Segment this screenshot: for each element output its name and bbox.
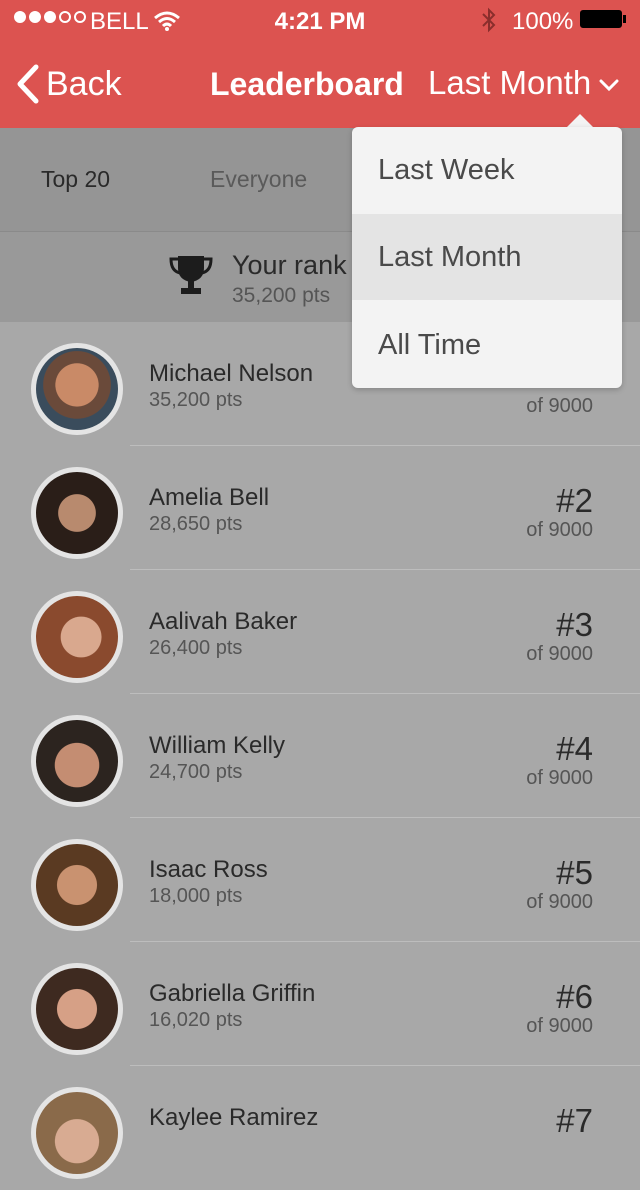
player-name: Aalivah Baker bbox=[149, 608, 298, 635]
period-selector[interactable]: Last Month bbox=[428, 64, 619, 102]
player-name: William Kelly bbox=[149, 732, 286, 759]
player-rank-total: of 9000 bbox=[526, 1015, 593, 1037]
tab-top-20[interactable]: Top 20 bbox=[41, 166, 110, 193]
chevron-down-icon bbox=[599, 79, 619, 92]
back-label: Back bbox=[46, 64, 122, 103]
trophy-icon bbox=[169, 256, 213, 294]
your-rank-points: 35,200 pts bbox=[232, 284, 331, 307]
list-item[interactable]: William Kelly 24,700 pts #4 of 9000 bbox=[0, 694, 640, 818]
player-rank: #3 bbox=[556, 606, 593, 643]
player-name: Michael Nelson bbox=[149, 360, 314, 387]
player-rank: #4 bbox=[556, 730, 593, 767]
player-rank: #6 bbox=[556, 978, 593, 1015]
list-item[interactable]: Aalivah Baker 26,400 pts #3 of 9000 bbox=[0, 570, 640, 694]
period-label: Last Month bbox=[428, 64, 592, 101]
battery-icon bbox=[580, 10, 622, 28]
bluetooth-icon bbox=[480, 7, 498, 40]
player-rank-total: of 9000 bbox=[526, 767, 593, 789]
player-rank-total: of 9000 bbox=[526, 395, 593, 417]
list-item[interactable]: Amelia Bell 28,650 pts #2 of 9000 bbox=[0, 446, 640, 570]
player-rank: #7 bbox=[556, 1102, 593, 1139]
battery-tip-icon bbox=[623, 15, 626, 23]
page-title: Leaderboard bbox=[210, 66, 404, 102]
your-rank-label: Your rank bbox=[232, 250, 347, 280]
player-points: 35,200 pts bbox=[149, 389, 243, 411]
avatar bbox=[31, 839, 123, 931]
player-points: 28,650 pts bbox=[149, 513, 243, 535]
period-dropdown-menu: Last Week Last Month All Time bbox=[352, 127, 622, 388]
player-name: Gabriella Griffin bbox=[149, 980, 316, 1007]
player-points: 26,400 pts bbox=[149, 637, 243, 659]
player-rank-total: of 9000 bbox=[526, 891, 593, 913]
menu-item-last-week[interactable]: Last Week bbox=[352, 127, 622, 213]
avatar bbox=[31, 963, 123, 1055]
avatar bbox=[31, 715, 123, 807]
player-name: Isaac Ross bbox=[149, 856, 268, 883]
list-item[interactable]: Isaac Ross 18,000 pts #5 of 9000 bbox=[0, 818, 640, 942]
player-points: 18,000 pts bbox=[149, 885, 243, 907]
leaderboard-list: Michael Nelson 35,200 pts #1 of 9000 Ame… bbox=[0, 322, 640, 1190]
player-name: Amelia Bell bbox=[149, 484, 270, 511]
player-rank-total: of 9000 bbox=[526, 519, 593, 541]
player-points: 24,700 pts bbox=[149, 761, 243, 783]
player-name: Kaylee Ramirez bbox=[149, 1104, 319, 1131]
dropdown-pointer bbox=[566, 114, 594, 128]
tab-everyone[interactable]: Everyone bbox=[210, 166, 307, 193]
avatar bbox=[31, 1087, 123, 1179]
menu-item-last-month[interactable]: Last Month bbox=[352, 214, 622, 300]
status-bar: BELL 4:21 PM 100% bbox=[0, 0, 640, 40]
player-rank-total: of 9000 bbox=[526, 643, 593, 665]
navigation-bar: Back Leaderboard Last Month bbox=[0, 40, 640, 128]
list-item[interactable]: Gabriella Griffin 16,020 pts #6 of 9000 bbox=[0, 942, 640, 1066]
back-button[interactable]: Back bbox=[16, 64, 122, 104]
avatar bbox=[31, 467, 123, 559]
avatar bbox=[31, 591, 123, 683]
player-rank: #2 bbox=[556, 482, 593, 519]
battery-percentage: 100% bbox=[512, 8, 574, 35]
player-rank: #5 bbox=[556, 854, 593, 891]
player-points: 16,020 pts bbox=[149, 1009, 243, 1031]
header-bar: BELL 4:21 PM 100% Back Leaderboard Last … bbox=[0, 0, 640, 128]
list-item[interactable]: Kaylee Ramirez #7 bbox=[0, 1066, 640, 1190]
menu-item-all-time[interactable]: All Time bbox=[352, 302, 622, 388]
chevron-left-icon bbox=[17, 64, 39, 104]
avatar bbox=[31, 343, 123, 435]
